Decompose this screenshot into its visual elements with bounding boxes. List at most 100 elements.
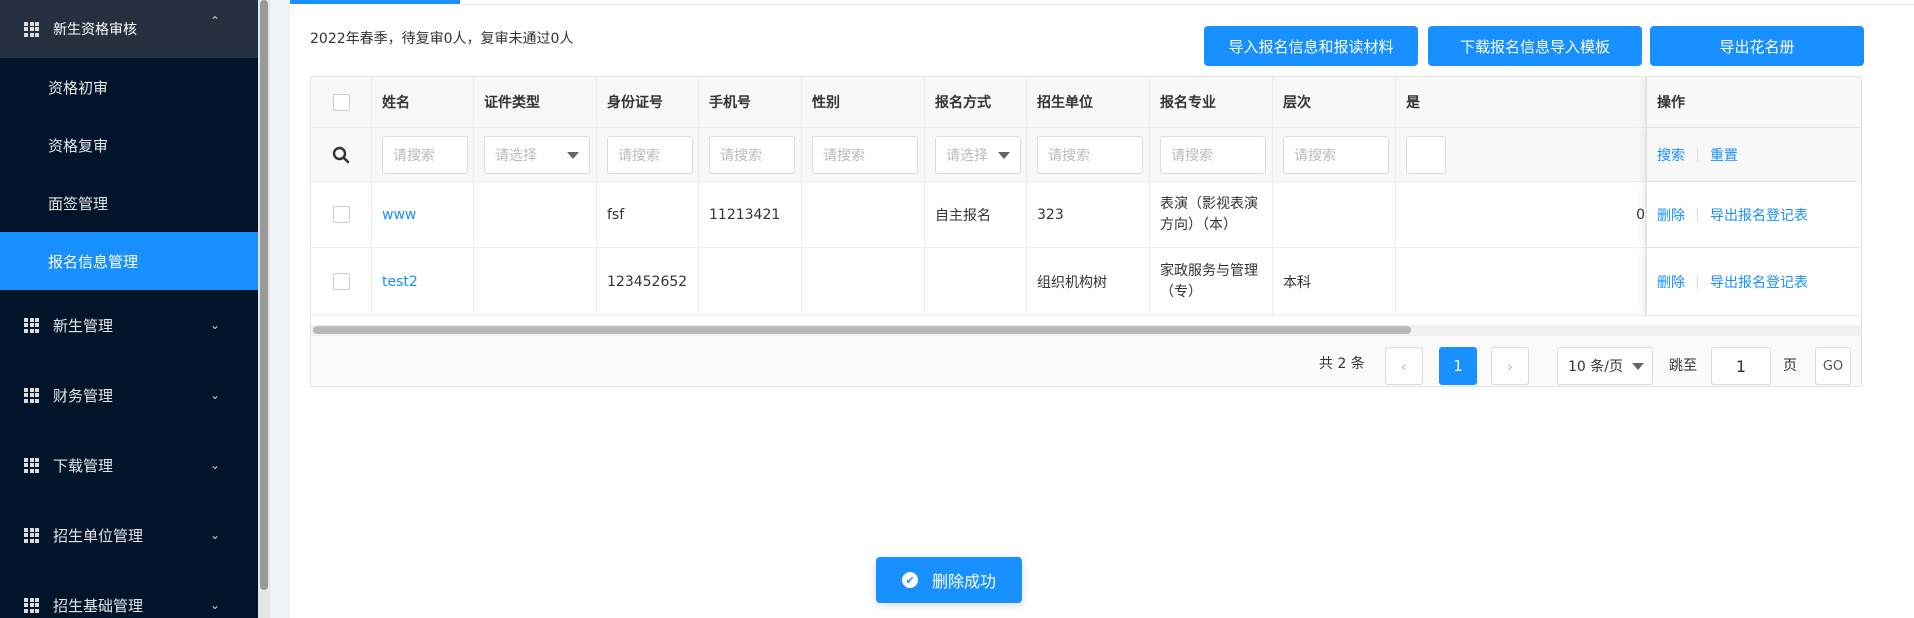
grid-icon [24,527,39,543]
page-size-select[interactable]: 10 条/页 [1557,347,1653,385]
column-header-actions: 操作 [1646,77,1861,127]
row-checkbox[interactable] [332,273,350,290]
sidebar-group-student-management[interactable]: 新生管理 ⌄ [0,290,258,360]
sidebar-item-label: 资格初审 [48,78,109,97]
column-header-phone[interactable]: 手机号 [699,77,802,127]
select-placeholder: 请选择 [495,147,537,164]
sidebar-group-finance[interactable]: 财务管理 ⌄ [0,360,258,430]
caret-down-icon [1632,363,1644,370]
filter-level-input[interactable]: 请搜索 [1283,135,1389,174]
chevron-down-icon: ⌄ [209,318,220,332]
filter-id-type-cell: 请选择 [474,128,597,181]
sidebar-group-label: 财务管理 [53,386,114,405]
active-tab-indicator [290,0,460,4]
export-registration-form-link[interactable]: 导出报名登记表 [1710,272,1808,292]
filter-name-input[interactable]: 请搜索 [382,135,468,174]
filter-actions: 搜索 重置 [1646,128,1861,181]
chevron-up-icon: ⌃ [209,14,220,28]
cell-phone: 11213421 [699,182,802,247]
column-header-id-type[interactable]: 证件类型 [474,77,597,127]
prev-page-button[interactable]: ‹ [1385,347,1423,385]
cell-id-number: fsf [597,182,699,247]
sidebar-item-initial-review[interactable]: 资格初审 [0,58,258,116]
page-unit-label: 页 [1783,358,1797,374]
filter-level-cell: 请搜索 [1273,128,1396,181]
grid-icon [24,317,39,333]
caret-down-icon [567,151,579,159]
column-header-major[interactable]: 报名专业 [1150,77,1273,127]
chevron-right-icon: › [1506,356,1514,376]
cell-gender [802,182,925,247]
sidebar-group-enrollment-basics[interactable]: 招生基础管理 ⌄ [0,570,258,618]
filter-gender-input[interactable]: 请搜索 [812,135,918,174]
column-header-name[interactable]: 姓名 [372,77,474,127]
table-header-row: 姓名 证件类型 身份证号 手机号 性别 报名方式 招生单位 报名专业 层次 是 … [311,77,1861,128]
pagination: 共 2 条 ‹ 1 › 10 条/页 跳至 1 页 GO [311,335,1861,386]
search-link[interactable]: 搜索 [1657,145,1685,165]
delete-link[interactable]: 删除 [1657,272,1685,292]
chevron-down-icon: ⌄ [209,528,220,542]
filter-unit-input[interactable]: 请搜索 [1037,135,1143,174]
sidebar-group-enrollment-units[interactable]: 招生单位管理 ⌄ [0,500,258,570]
filter-unit-cell: 请搜索 [1027,128,1150,181]
registration-table: 姓名 证件类型 身份证号 手机号 性别 报名方式 招生单位 报名专业 层次 是 … [310,76,1862,387]
next-page-button[interactable]: › [1491,347,1529,385]
sidebar-item-interview[interactable]: 面签管理 [0,174,258,232]
page-1-button[interactable]: 1 [1439,347,1477,385]
reset-link[interactable]: 重置 [1710,145,1738,165]
column-header-level[interactable]: 层次 [1273,77,1396,127]
cell-phone [699,248,802,315]
cell-level: 本科 [1273,248,1396,315]
table-horizontal-scrollbar[interactable] [311,325,1861,335]
sidebar-scrollbar-thumb[interactable] [260,0,268,590]
sidebar: 新生资格审核 ⌃ 资格初审 资格复审 面签管理 报名信息管理 新生管理 ⌄ 财务… [0,0,258,618]
cell-partial [1396,248,1646,315]
row-checkbox[interactable] [332,206,350,223]
filter-name-cell: 请搜索 [372,128,474,181]
column-header-actions-label: 操作 [1657,95,1685,111]
column-header-gender[interactable]: 性别 [802,77,925,127]
row-checkbox-cell [311,182,372,247]
sidebar-item-re-review[interactable]: 资格复审 [0,116,258,174]
cell-reg-method [925,248,1027,315]
filter-id-number-input[interactable]: 请搜索 [607,135,693,174]
filter-phone-input[interactable]: 请搜索 [709,135,795,174]
sidebar-item-registration-info[interactable]: 报名信息管理 [0,232,258,290]
filter-reg-method-select[interactable]: 请选择 [935,135,1021,174]
search-icon[interactable] [332,146,350,164]
column-header-id-number[interactable]: 身份证号 [597,77,699,127]
divider [1697,207,1698,222]
go-button[interactable]: GO [1815,347,1851,385]
filter-reg-method-cell: 请选择 [925,128,1027,181]
export-roster-button[interactable]: 导出花名册 [1650,26,1864,66]
cell-id-type [474,248,597,315]
filter-partial-input[interactable] [1406,135,1446,174]
cell-name[interactable]: test2 [372,248,474,315]
cell-level [1273,182,1396,247]
select-all-checkbox[interactable] [332,93,350,111]
delete-link[interactable]: 删除 [1657,205,1685,225]
column-header-reg-method[interactable]: 报名方式 [925,77,1027,127]
main-panel: 2022年春季，待复审0人，复审未通过0人 导入报名信息和报读材料 下载报名信息… [290,0,1914,618]
sidebar-group-downloads[interactable]: 下载管理 ⌄ [0,430,258,500]
filter-id-type-select[interactable]: 请选择 [484,135,590,174]
filter-gender-cell: 请搜索 [802,128,925,181]
download-template-button[interactable]: 下载报名信息导入模板 [1428,26,1642,66]
column-header-unit[interactable]: 招生单位 [1027,77,1150,127]
jump-page-input[interactable]: 1 [1711,347,1771,385]
cell-name[interactable]: www [372,182,474,247]
filter-major-input[interactable]: 请搜索 [1160,135,1266,174]
table-scrollbar-thumb[interactable] [313,326,1411,334]
export-registration-form-link[interactable]: 导出报名登记表 [1710,205,1808,225]
divider [1697,274,1698,289]
import-registration-button[interactable]: 导入报名信息和报读材料 [1204,26,1418,66]
column-header-partial[interactable]: 是 [1396,77,1646,127]
table-row: www fsf 11213421 自主报名 323 表演（影视表演方向）（本） … [311,182,1861,248]
chevron-down-icon: ⌄ [209,388,220,402]
filter-search-icon-cell [311,128,372,181]
divider [1697,147,1698,162]
select-placeholder: 请选择 [946,147,988,164]
cell-major: 家政服务与管理（专） [1150,248,1273,315]
sidebar-group-qualification-review[interactable]: 新生资格审核 ⌃ [0,0,258,58]
grid-icon [24,387,39,403]
